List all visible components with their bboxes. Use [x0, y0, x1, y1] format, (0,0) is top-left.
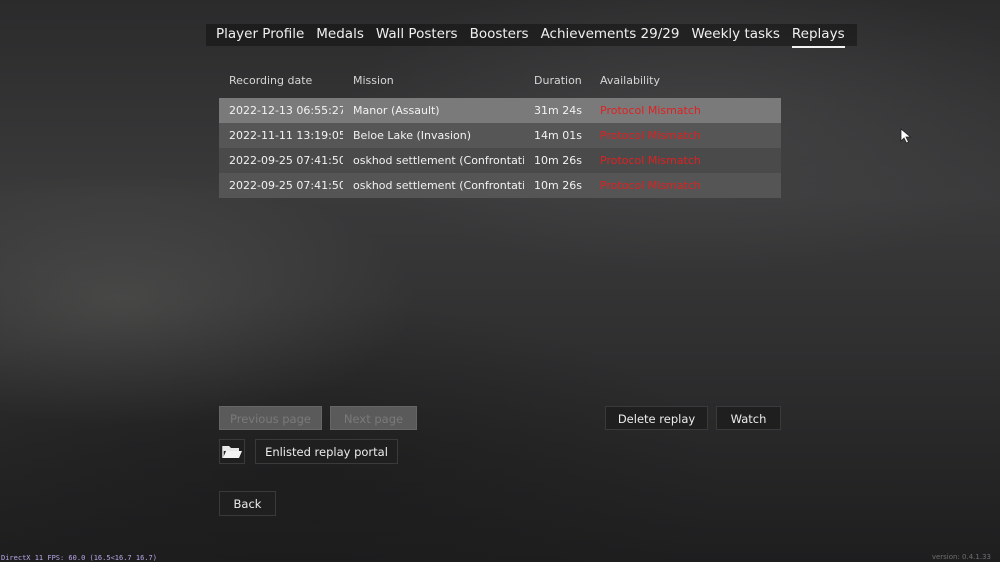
header-availability[interactable]: Availability [591, 74, 781, 87]
cell-duration: 14m 01s [534, 129, 582, 142]
replay-portal-button[interactable]: Enlisted replay portal [255, 439, 398, 464]
table-row[interactable]: 2022-09-25 07:41:50 oskhod settlement (C… [219, 173, 781, 198]
back-button[interactable]: Back [219, 491, 276, 516]
table-row[interactable]: 2022-12-13 06:55:27 Manor (Assault) 31m … [219, 98, 781, 123]
cell-duration: 10m 26s [534, 179, 582, 192]
cell-duration: 31m 24s [534, 104, 582, 117]
cell-duration: 10m 26s [534, 154, 582, 167]
table-row[interactable]: 2022-09-25 07:41:50 oskhod settlement (C… [219, 148, 781, 173]
open-folder-button[interactable] [219, 439, 245, 464]
cell-mission: oskhod settlement (Confrontation [353, 154, 524, 167]
cell-date: 2022-12-13 06:55:27 [229, 104, 343, 117]
delete-replay-button[interactable]: Delete replay [605, 406, 708, 430]
tab-bar: Player Profile Medals Wall Posters Boost… [206, 24, 857, 48]
cell-date: 2022-09-25 07:41:50 [229, 179, 343, 192]
header-duration[interactable]: Duration [524, 74, 591, 87]
mouse-cursor-icon [900, 128, 912, 148]
replays-table: Recording date Mission Duration Availabi… [219, 70, 781, 198]
table-header: Recording date Mission Duration Availabi… [219, 70, 781, 90]
tab-player-profile[interactable]: Player Profile [210, 24, 310, 46]
tab-boosters[interactable]: Boosters [464, 24, 535, 46]
header-mission[interactable]: Mission [343, 74, 524, 87]
cell-mission: oskhod settlement (Confrontation [353, 179, 524, 192]
tab-wall-posters[interactable]: Wall Posters [370, 24, 464, 46]
tab-replays[interactable]: Replays [786, 24, 851, 48]
header-recording-date[interactable]: Recording date [219, 74, 343, 87]
previous-page-button[interactable]: Previous page [219, 406, 322, 430]
watch-button[interactable]: Watch [716, 406, 781, 430]
next-page-button[interactable]: Next page [330, 406, 417, 430]
cell-date: 2022-09-25 07:41:50 [229, 154, 343, 167]
cell-availability: Protocol Mismatch [600, 179, 701, 192]
tab-medals[interactable]: Medals [310, 24, 370, 46]
cell-mission: Manor (Assault) [353, 104, 440, 117]
folder-open-icon [222, 446, 242, 458]
tab-achievements[interactable]: Achievements 29/29 [535, 24, 686, 46]
fps-counter: DirectX 11 FPS: 60.0 (16.5<16.7 16.7) [1, 554, 157, 562]
cell-availability: Protocol Mismatch [600, 129, 701, 142]
table-body: 2022-12-13 06:55:27 Manor (Assault) 31m … [219, 98, 781, 198]
tab-weekly-tasks[interactable]: Weekly tasks [685, 24, 785, 46]
version-label: version: 0.4.1.33 [931, 553, 991, 561]
cell-date: 2022-11-11 13:19:05 [229, 129, 343, 142]
cell-availability: Protocol Mismatch [600, 154, 701, 167]
table-row[interactable]: 2022-11-11 13:19:05 Beloe Lake (Invasion… [219, 123, 781, 148]
cell-availability: Protocol Mismatch [600, 104, 701, 117]
cell-mission: Beloe Lake (Invasion) [353, 129, 472, 142]
